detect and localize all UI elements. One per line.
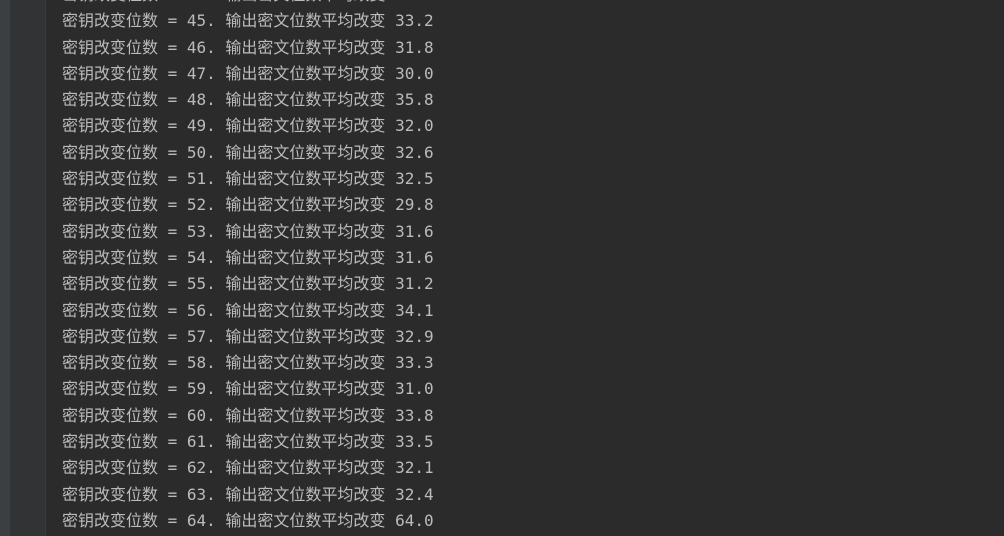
console-line: 密钥改变位数 = 57. 输出密文位数平均改变 32.9	[62, 326, 434, 346]
console-output-panel[interactable]: 密钥改变位数 = 44. 输出密文位数平均改变 32.5 密钥改变位数 = 45…	[46, 0, 1004, 536]
console-line: 密钥改变位数 = 55. 输出密文位数平均改变 31.2	[62, 274, 434, 294]
ide-window: 密钥改变位数 = 44. 输出密文位数平均改变 32.5 密钥改变位数 = 45…	[0, 0, 1004, 536]
console-line: 密钥改变位数 = 45. 输出密文位数平均改变 33.2	[62, 11, 434, 31]
console-line: 密钥改变位数 = 49. 输出密文位数平均改变 32.0	[62, 116, 434, 136]
console-line: 密钥改变位数 = 48. 输出密文位数平均改变 35.8	[62, 90, 434, 110]
console-line: 密钥改变位数 = 64. 输出密文位数平均改变 64.0	[62, 510, 434, 530]
console-line: 密钥改变位数 = 62. 输出密文位数平均改变 32.1	[62, 458, 434, 478]
console-line: 密钥改变位数 = 51. 输出密文位数平均改变 32.5	[62, 169, 434, 189]
console-line: 密钥改变位数 = 56. 输出密文位数平均改变 34.1	[62, 300, 434, 320]
console-line: 密钥改变位数 = 58. 输出密文位数平均改变 33.3	[62, 353, 434, 373]
console-line: 密钥改变位数 = 46. 输出密文位数平均改变 31.8	[62, 37, 434, 57]
console-line: 密钥改变位数 = 59. 输出密文位数平均改变 31.0	[62, 379, 434, 399]
console-line: 密钥改变位数 = 61. 输出密文位数平均改变 33.5	[62, 432, 434, 452]
console-line: 密钥改变位数 = 52. 输出密文位数平均改变 29.8	[62, 195, 434, 215]
console-lines: 密钥改变位数 = 44. 输出密文位数平均改变 32.5 密钥改变位数 = 45…	[62, 0, 434, 534]
console-line: 密钥改变位数 = 54. 输出密文位数平均改变 31.6	[62, 247, 434, 267]
console-line: 密钥改变位数 = 63. 输出密文位数平均改变 32.4	[62, 484, 434, 504]
console-line: 密钥改变位数 = 60. 输出密文位数平均改变 33.8	[62, 405, 434, 425]
left-tool-strip	[0, 0, 10, 536]
console-line: 密钥改变位数 = 50. 输出密文位数平均改变 32.6	[62, 142, 434, 162]
console-line: 密钥改变位数 = 47. 输出密文位数平均改变 30.0	[62, 63, 434, 83]
console-gutter	[10, 0, 46, 536]
console-line: 密钥改变位数 = 44. 输出密文位数平均改变 32.5	[62, 0, 434, 8]
console-line: 密钥改变位数 = 53. 输出密文位数平均改变 31.6	[62, 221, 434, 241]
